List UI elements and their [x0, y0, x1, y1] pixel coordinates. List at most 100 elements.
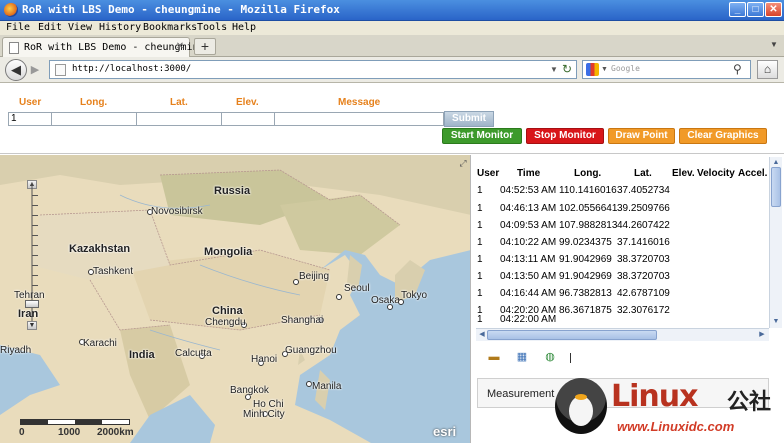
search-input[interactable]: ▼ Google ⚲: [582, 60, 751, 79]
zoom-tick: [32, 285, 38, 286]
google-icon[interactable]: [586, 63, 599, 76]
close-window-button[interactable]: ✕: [765, 2, 782, 17]
url-text: http://localhost:3000/: [72, 64, 192, 74]
cell-user: 1: [477, 254, 483, 265]
scroll-thumb[interactable]: [487, 330, 657, 340]
zoom-tick: [32, 225, 38, 226]
col-header-accel: Accel.: [738, 168, 768, 179]
zoom-tick: [32, 275, 38, 276]
cell-long: 99.0234375: [559, 237, 612, 248]
clear-graphics-button[interactable]: Clear Graphics: [679, 128, 767, 144]
cell-lat: 38.3720703: [617, 271, 670, 282]
cell-lat: 32.3076172: [617, 305, 670, 316]
cell-lat: 42.6787109: [617, 288, 670, 299]
menu-bookmarks[interactable]: Bookmarks: [143, 22, 197, 33]
table-horizontal-scrollbar[interactable]: ◀ ▶: [476, 328, 769, 341]
minimize-button[interactable]: _: [729, 2, 746, 17]
cell-user: 1: [477, 203, 483, 214]
scale-label-0: 0: [19, 427, 25, 438]
toolbar-separator: [570, 353, 571, 363]
maximize-button[interactable]: □: [747, 2, 764, 17]
map-label-tokyo: Tokyo: [401, 290, 428, 301]
map-label-riyadh: Riyadh: [0, 345, 32, 356]
message-input[interactable]: [274, 112, 444, 126]
expand-icon[interactable]: ⤢: [458, 158, 468, 168]
map-label-beijing: Beijing: [299, 271, 330, 282]
long-input[interactable]: [51, 112, 137, 126]
cell-time: 04:09:53 AM: [500, 220, 557, 231]
col-header-user: User: [477, 168, 500, 179]
cell-user: 1: [477, 185, 483, 196]
user-label: User: [19, 97, 42, 108]
draw-point-button[interactable]: Draw Point: [608, 128, 675, 144]
search-engine-dropdown-icon[interactable]: ▼: [601, 66, 608, 73]
scroll-thumb[interactable]: [771, 167, 781, 207]
search-icon[interactable]: ⚲: [733, 62, 742, 76]
tux-belly: [569, 396, 593, 426]
menu-edit[interactable]: Edit: [38, 22, 62, 33]
cell-time: 04:52:53 AM: [500, 185, 557, 196]
scroll-right-icon[interactable]: ▶: [757, 330, 767, 340]
start-monitor-button[interactable]: Start Monitor: [442, 128, 522, 144]
globe-icon[interactable]: ◍: [543, 351, 557, 363]
menu-history[interactable]: History: [99, 22, 141, 33]
map-label-kazakhstan: Kazakhstan: [69, 243, 131, 255]
title-bar: RoR with LBS Demo - cheungmine - Mozilla…: [0, 0, 784, 21]
table-vertical-scrollbar[interactable]: ▲ ▼: [769, 157, 782, 328]
cell-lat: 37.4052734: [617, 185, 670, 196]
elev-input[interactable]: [221, 112, 275, 126]
scroll-left-icon[interactable]: ◀: [477, 330, 487, 340]
cell-user: 1: [477, 314, 483, 325]
scroll-down-icon[interactable]: ▼: [771, 317, 781, 326]
watermark-brand-cn: 公社: [727, 389, 772, 414]
url-bar[interactable]: http://localhost:3000/ ▼ ↻: [49, 60, 577, 79]
cell-user: 1: [477, 271, 483, 282]
zoom-tick: [32, 255, 38, 256]
zoom-slider-thumb[interactable]: [25, 300, 39, 308]
map-label-tashkent: Tashkent: [93, 266, 134, 277]
cell-time: 04:46:13 AM: [500, 203, 557, 214]
table-icon[interactable]: ▦: [515, 351, 529, 363]
zoom-tick: [32, 215, 38, 216]
zoom-out-button[interactable]: ▼: [27, 321, 37, 330]
scroll-up-icon[interactable]: ▲: [771, 158, 781, 167]
map-label-mongolia: Mongolia: [204, 246, 253, 258]
map-label-china: China: [212, 305, 243, 317]
submit-button[interactable]: Submit: [444, 111, 494, 127]
cell-long: 96.7382813: [559, 288, 612, 299]
new-tab-button[interactable]: +: [194, 38, 216, 55]
close-tab-icon[interactable]: ✕: [174, 41, 186, 53]
cell-lat: 37.1416016: [617, 237, 670, 248]
map-label-bangkok: Bangkok: [230, 385, 269, 396]
map-label-seoul: Seoul: [344, 283, 370, 294]
divider: [0, 153, 784, 154]
cell-lat: 39.2509766: [617, 203, 670, 214]
map-label-karachi: Karachi: [83, 338, 117, 349]
map-view[interactable]: Russia Novosibirsk Kazakhstan Mongolia T…: [0, 155, 471, 443]
url-dropdown-icon[interactable]: ▼: [550, 65, 558, 74]
tab-list-icon[interactable]: ▼: [768, 40, 780, 52]
cell-long: 86.3671875: [559, 305, 612, 316]
menu-help[interactable]: Help: [232, 22, 256, 33]
back-button[interactable]: ◀: [5, 59, 27, 81]
cell-time: 04:16:44 AM: [500, 288, 557, 299]
stop-monitor-button[interactable]: Stop Monitor: [526, 128, 604, 144]
lat-input[interactable]: [136, 112, 222, 126]
user-input[interactable]: 1: [8, 112, 52, 126]
cell-long: 107.9882813: [559, 220, 618, 231]
navigation-bar: ◀ ▶ http://localhost:3000/ ▼ ↻ ▼ Google …: [0, 57, 784, 83]
map-label-novosibirsk: Novosibirsk: [151, 206, 203, 217]
folder-icon[interactable]: ▬: [487, 351, 501, 363]
reload-icon[interactable]: ↻: [562, 62, 572, 76]
map-label-guangzhou: Guangzhou: [285, 345, 337, 356]
cell-long: 91.9042969: [559, 271, 612, 282]
menu-tools[interactable]: Tools: [197, 22, 227, 33]
lat-label: Lat.: [170, 97, 188, 108]
home-button[interactable]: ⌂: [757, 60, 778, 79]
menu-file[interactable]: File: [6, 22, 30, 33]
forward-button[interactable]: ▶: [28, 63, 42, 77]
page-icon: [9, 42, 19, 54]
menu-view[interactable]: View: [68, 22, 92, 33]
tab-active[interactable]: RoR with LBS Demo - cheungmine ✕: [2, 37, 205, 57]
window-title: RoR with LBS Demo - cheungmine - Mozilla…: [22, 3, 340, 16]
